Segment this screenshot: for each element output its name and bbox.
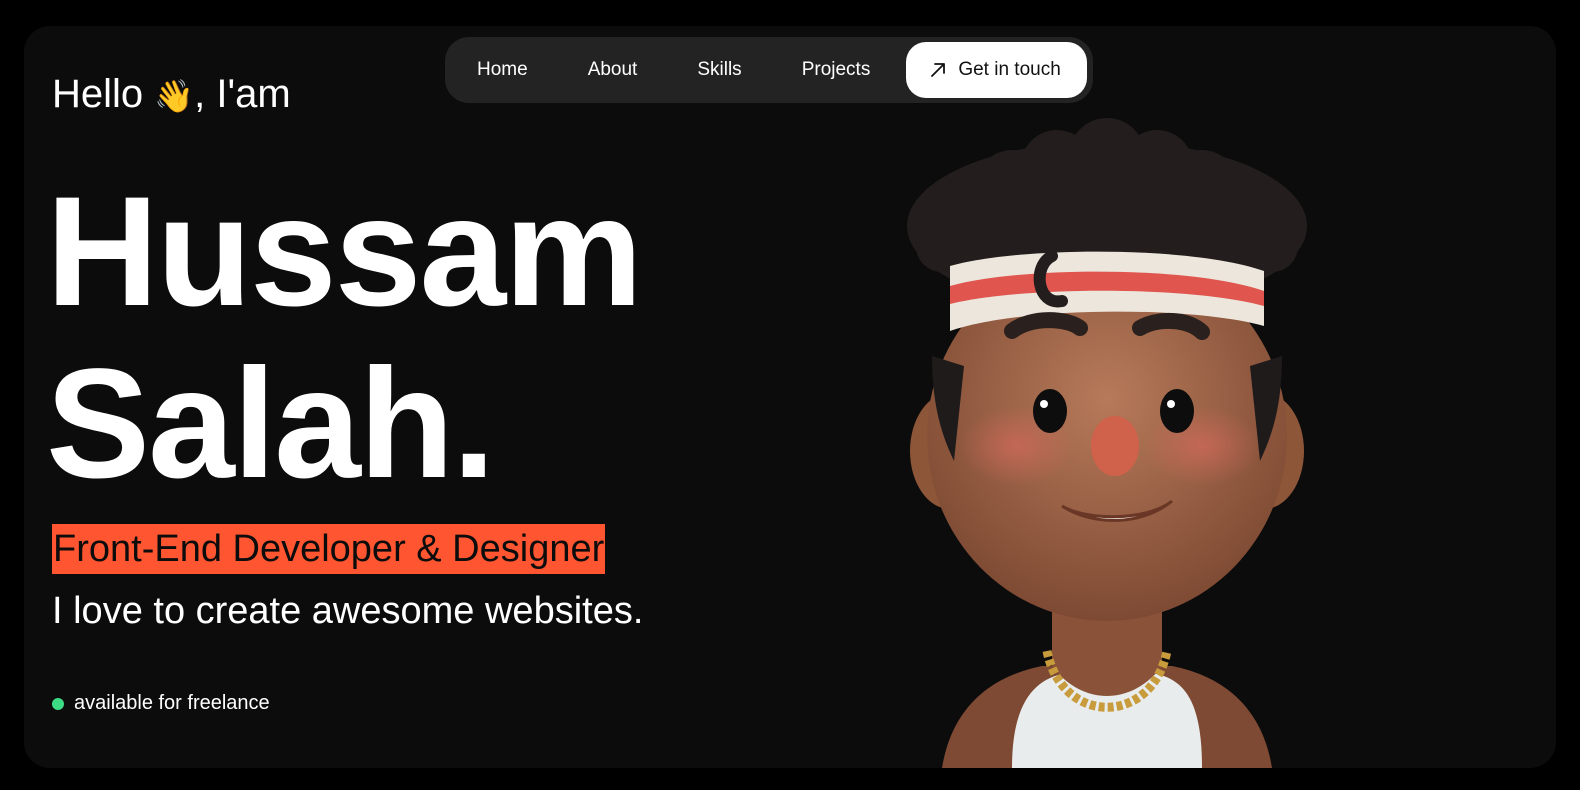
greeting-suffix: , I'am (194, 72, 291, 116)
hero-frame: Home About Skills Projects Get in touch … (24, 26, 1556, 768)
top-nav: Home About Skills Projects Get in touch (445, 37, 1093, 103)
arrow-up-right-icon (928, 60, 948, 80)
nav-projects-link[interactable]: Projects (772, 42, 901, 98)
name-last: Salah. (46, 337, 496, 511)
name-first: Hussam (46, 165, 643, 339)
get-in-touch-button[interactable]: Get in touch (906, 42, 1087, 98)
avatar-illustration (907, 118, 1307, 768)
role-highlight: Front-End Developer & Designer (52, 524, 606, 574)
get-in-touch-label: Get in touch (958, 59, 1061, 80)
hero-name: Hussam Salah. (46, 165, 643, 511)
greeting: Hello 👋, I'am (52, 72, 291, 117)
nav-about-link[interactable]: About (558, 42, 668, 98)
status-dot-icon (52, 697, 64, 710)
nav-skills-link[interactable]: Skills (667, 42, 771, 98)
tagline: I love to create awesome websites. (52, 590, 644, 632)
nav-home-link[interactable]: Home (451, 42, 558, 98)
availability-status: available for freelance (52, 692, 270, 715)
availability-label: available for freelance (74, 692, 270, 714)
waving-hand-icon: 👋 (154, 78, 195, 114)
greeting-prefix: Hello (52, 72, 144, 116)
